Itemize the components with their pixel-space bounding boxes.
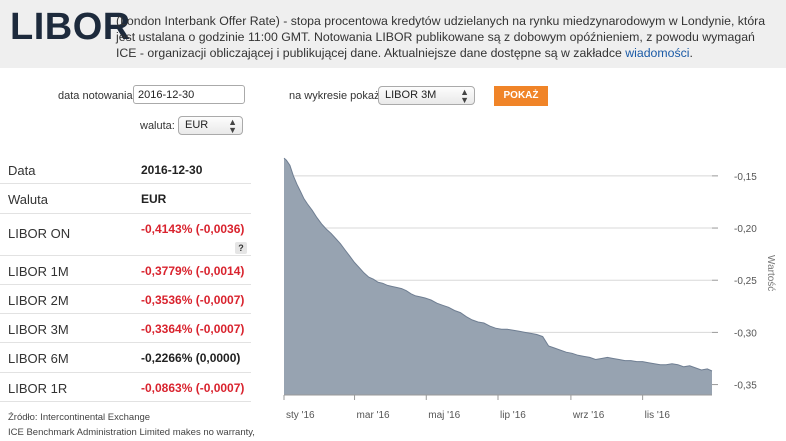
chart-x-tick-label: maj '16 (428, 410, 460, 421)
chart-x-tick-label: lip '16 (500, 410, 526, 421)
row-label: Waluta (8, 192, 48, 208)
table-row: LIBOR 6M -0,2266% (0,0000) (0, 343, 251, 373)
chart-x-tick-label: sty '16 (286, 410, 315, 421)
row-label: LIBOR 2M (8, 292, 69, 308)
table-row: LIBOR 2M -0,3536% (-0,0007) (0, 285, 251, 315)
chart-y-tick-label: -0,25 (734, 276, 757, 287)
row-value: 2016-12-30 (141, 163, 203, 177)
row-label: LIBOR 1R (8, 380, 68, 396)
chart-y-tick-label: -0,20 (734, 224, 757, 235)
libor-logo: LIBOR (10, 6, 131, 48)
help-icon[interactable]: ? (235, 241, 247, 254)
row-label: LIBOR 1M (8, 263, 69, 279)
currency-label: waluta: (140, 120, 175, 132)
date-label: data notowania: (58, 90, 136, 102)
source-line-1: Źródło: Intercontinental Exchange (8, 412, 151, 423)
row-value: -0,2266% (0,0000) (141, 351, 241, 366)
row-label: Data (8, 163, 36, 178)
header-description: (London Interbank Offer Rate) - stopa pr… (116, 13, 776, 61)
chart-series-value: LIBOR 3M (385, 89, 437, 101)
chart-select-label: na wykresie pokaż: (289, 90, 383, 102)
row-value: EUR (141, 192, 167, 207)
table-row: LIBOR 3M -0,3364% (-0,0007) (0, 314, 251, 344)
select-arrows-icon: ▲ ▼ (228, 117, 237, 135)
chart-x-tick-label: wrz '16 (572, 410, 605, 421)
table-row: LIBOR 1M -0,3779% (-0,0014) (0, 256, 251, 285)
chart-x-tick-label: lis '16 (645, 410, 671, 421)
chart-x-tick-label: mar '16 (357, 410, 390, 421)
currency-select[interactable]: EUR ▲ ▼ (178, 116, 243, 135)
table-row: Waluta EUR (0, 184, 251, 214)
description-end: . (689, 46, 693, 60)
date-input[interactable] (133, 85, 245, 104)
chart-y-tick-label: -0,15 (734, 172, 757, 183)
row-label: LIBOR 6M (8, 351, 69, 367)
row-value: -0,0863% (-0,0007) (141, 380, 245, 395)
table-row: Data 2016-12-30 (0, 155, 251, 185)
chart-series-select[interactable]: LIBOR 3M ▲ ▼ (378, 86, 475, 105)
select-arrows-icon: ▲ ▼ (460, 87, 469, 105)
rates-table: Data 2016-12-30 Waluta EUR LIBOR ON -0,4… (0, 155, 251, 403)
row-value: -0,3536% (-0,0007) (141, 292, 245, 307)
currency-value: EUR (185, 119, 209, 131)
row-value: -0,4143% (-0,0036) (141, 221, 245, 236)
row-value: -0,3364% (-0,0007) (141, 322, 245, 337)
row-label: LIBOR ON (8, 225, 71, 241)
row-label: LIBOR 3M (8, 322, 69, 338)
chart-y-tick-label: -0,30 (734, 328, 757, 339)
news-link[interactable]: wiadomości (625, 46, 689, 60)
libor-chart: -0,15 -0,20 -0,25 -0,30 -0,35 sty '16 mar '16 m… (283, 155, 776, 421)
chart-y-tick-label: -0,35 (734, 381, 757, 392)
chart-y-axis-label: Wartość (765, 255, 776, 291)
row-value: -0,3779% (-0,0014) (141, 263, 245, 278)
show-button[interactable]: POKAŻ (494, 86, 548, 106)
header-banner: LIBOR (London Interbank Offer Rate) - st… (0, 0, 786, 68)
source-line-2: ICE Benchmark Administration Limited mak… (8, 427, 255, 438)
table-row: LIBOR ON -0,4143% (-0,0036) ? (0, 214, 251, 256)
table-row: LIBOR 1R -0,0863% (-0,0007) (0, 373, 251, 403)
